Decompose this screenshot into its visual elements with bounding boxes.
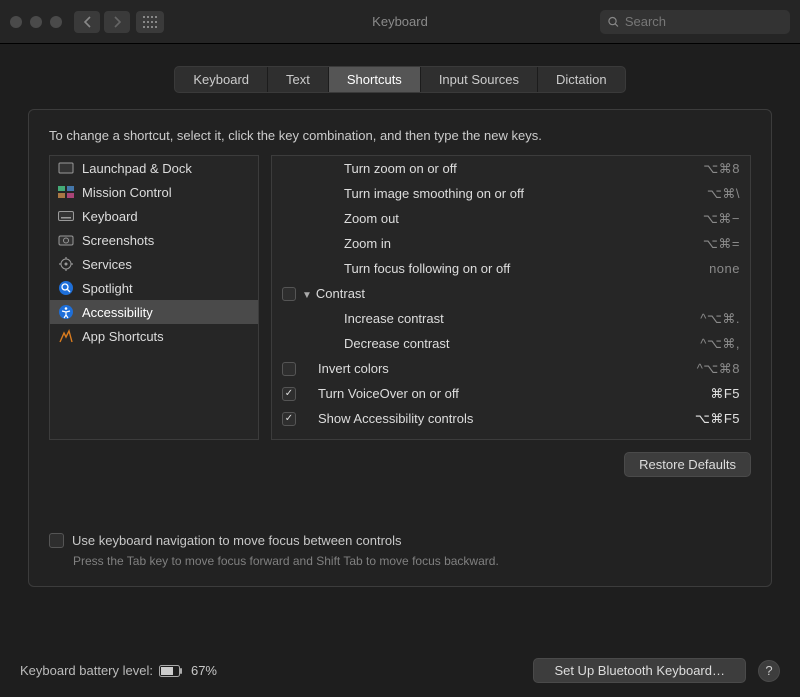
keyboard-icon: [58, 208, 74, 224]
shortcut-list[interactable]: Turn zoom on or off⌥⌘8Turn image smoothi…: [271, 155, 751, 440]
keyboard-nav-hint: Press the Tab key to move focus forward …: [73, 554, 751, 568]
sidebar-item-label: Launchpad & Dock: [82, 161, 192, 176]
shortcut-row[interactable]: Decrease contrast^⌥⌘,: [272, 331, 750, 356]
sidebar-item-label: Accessibility: [82, 305, 153, 320]
help-button[interactable]: ?: [758, 660, 780, 682]
shortcut-row[interactable]: Turn zoom on or off⌥⌘8: [272, 156, 750, 181]
battery-icon: [159, 665, 183, 677]
launchpad-icon: [58, 160, 74, 176]
shortcut-row[interactable]: Show Accessibility controls⌥⌘F5: [272, 406, 750, 431]
tab-text[interactable]: Text: [268, 67, 329, 92]
show-all-button[interactable]: [136, 11, 164, 33]
appshortcuts-icon: [58, 328, 74, 344]
accessibility-icon: [58, 304, 74, 320]
shortcut-key[interactable]: ^⌥⌘.: [700, 311, 740, 327]
zoom-icon[interactable]: [50, 16, 62, 28]
shortcut-key[interactable]: ⌘F5: [710, 386, 740, 402]
shortcut-label: Turn image smoothing on or off: [300, 186, 707, 201]
sidebar-item-label: Services: [82, 257, 132, 272]
sidebar-item-label: Keyboard: [82, 209, 138, 224]
shortcut-key[interactable]: ⌥⌘8: [703, 161, 740, 177]
footer: Keyboard battery level: 67% Set Up Bluet…: [20, 658, 780, 683]
tab-dictation[interactable]: Dictation: [538, 67, 625, 92]
window-title: Keyboard: [372, 14, 428, 29]
search-field[interactable]: [600, 10, 790, 34]
shortcut-label: Turn focus following on or off: [300, 261, 709, 276]
restore-defaults-button[interactable]: Restore Defaults: [624, 452, 751, 477]
bluetooth-keyboard-button[interactable]: Set Up Bluetooth Keyboard…: [533, 658, 746, 683]
shortcut-key[interactable]: ⌥⌘−: [703, 211, 740, 227]
titlebar: Keyboard: [0, 0, 800, 44]
instruction-text: To change a shortcut, select it, click t…: [49, 128, 751, 143]
sidebar-item-mission[interactable]: Mission Control: [50, 180, 258, 204]
shortcut-row[interactable]: Increase contrast^⌥⌘.: [272, 306, 750, 331]
sidebar-item-spotlight[interactable]: Spotlight: [50, 276, 258, 300]
category-sidebar[interactable]: Launchpad & Dock Mission Control Keyboard S…: [49, 155, 259, 440]
shortcut-checkbox[interactable]: [282, 387, 296, 401]
shortcut-label: ▼Contrast: [300, 286, 740, 301]
sidebar-item-keyboard[interactable]: Keyboard: [50, 204, 258, 228]
shortcut-label: Decrease contrast: [300, 336, 700, 351]
sidebar-item-screenshots[interactable]: Screenshots: [50, 228, 258, 252]
shortcut-label: Zoom in: [300, 236, 703, 251]
sidebar-item-launchpad[interactable]: Launchpad & Dock: [50, 156, 258, 180]
shortcut-key[interactable]: none: [709, 261, 740, 276]
shortcut-label: Show Accessibility controls: [300, 411, 695, 426]
sidebar-item-appshortcuts[interactable]: App Shortcuts: [50, 324, 258, 348]
shortcut-key[interactable]: ⌥⌘\: [707, 186, 740, 202]
shortcut-key[interactable]: ^⌥⌘8: [697, 361, 740, 377]
keyboard-nav-label: Use keyboard navigation to move focus be…: [72, 533, 402, 548]
sidebar-item-accessibility[interactable]: Accessibility: [50, 300, 258, 324]
shortcut-key[interactable]: ⌥⌘=: [703, 236, 740, 252]
shortcut-label: Invert colors: [300, 361, 697, 376]
preference-tabs: KeyboardTextShortcutsInput SourcesDictat…: [174, 66, 625, 93]
forward-button[interactable]: [104, 11, 130, 33]
shortcut-label: Turn zoom on or off: [300, 161, 703, 176]
shortcut-label: Turn VoiceOver on or off: [300, 386, 710, 401]
sidebar-item-label: Screenshots: [82, 233, 154, 248]
tab-keyboard[interactable]: Keyboard: [175, 67, 268, 92]
tab-shortcuts[interactable]: Shortcuts: [329, 67, 421, 92]
nav-back-forward: [74, 11, 130, 33]
shortcut-checkbox[interactable]: [282, 412, 296, 426]
keyboard-nav-row: Use keyboard navigation to move focus be…: [49, 533, 751, 548]
screenshots-icon: [58, 232, 74, 248]
shortcut-label: Increase contrast: [300, 311, 700, 326]
minimize-icon[interactable]: [30, 16, 42, 28]
disclosure-triangle-icon[interactable]: ▼: [302, 290, 312, 301]
close-icon[interactable]: [10, 16, 22, 28]
sidebar-item-services[interactable]: Services: [50, 252, 258, 276]
shortcut-row[interactable]: Turn image smoothing on or off⌥⌘\: [272, 181, 750, 206]
shortcut-row[interactable]: Invert colors^⌥⌘8: [272, 356, 750, 381]
shortcut-key[interactable]: ⌥⌘F5: [695, 411, 740, 427]
keyboard-nav-checkbox[interactable]: [49, 533, 64, 548]
spotlight-icon: [58, 280, 74, 296]
shortcut-label: Zoom out: [300, 211, 703, 226]
sidebar-item-label: Mission Control: [82, 185, 172, 200]
shortcut-row[interactable]: ▼Contrast: [272, 281, 750, 306]
shortcut-row[interactable]: Turn VoiceOver on or off⌘F5: [272, 381, 750, 406]
services-icon: [58, 256, 74, 272]
window-controls: [10, 16, 62, 28]
mission-icon: [58, 184, 74, 200]
battery-percent: 67%: [191, 663, 217, 678]
sidebar-item-label: Spotlight: [82, 281, 133, 296]
shortcut-key[interactable]: ^⌥⌘,: [700, 336, 740, 352]
shortcuts-panel: To change a shortcut, select it, click t…: [28, 109, 772, 587]
search-input[interactable]: [625, 14, 782, 29]
shortcut-checkbox[interactable]: [282, 287, 296, 301]
sidebar-item-label: App Shortcuts: [82, 329, 164, 344]
search-icon: [608, 16, 619, 28]
back-button[interactable]: [74, 11, 100, 33]
tabs-row: KeyboardTextShortcutsInput SourcesDictat…: [0, 44, 800, 109]
shortcut-row[interactable]: Zoom in⌥⌘=: [272, 231, 750, 256]
tab-input-sources[interactable]: Input Sources: [421, 67, 538, 92]
shortcut-row[interactable]: Zoom out⌥⌘−: [272, 206, 750, 231]
shortcut-checkbox[interactable]: [282, 362, 296, 376]
shortcut-row[interactable]: Turn focus following on or offnone: [272, 256, 750, 281]
battery-label: Keyboard battery level:: [20, 663, 153, 678]
